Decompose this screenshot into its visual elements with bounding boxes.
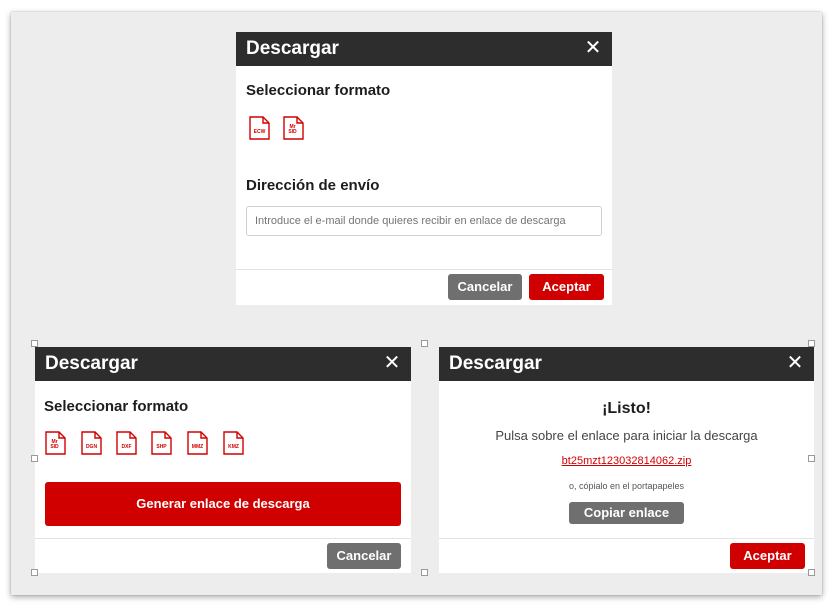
accept-button[interactable]: Aceptar: [529, 274, 604, 300]
footer-divider: [439, 538, 814, 539]
ready-heading: ¡Listo!: [602, 400, 651, 417]
format-label: SHP: [156, 444, 167, 450]
dialog-title: Descargar: [449, 353, 542, 374]
download-dialog-email: Descargar ✕ Seleccionar formato ECW Mr S…: [236, 32, 612, 305]
format-mrsid-icon[interactable]: Mr SID: [45, 431, 66, 455]
format-label: Mr SID: [50, 439, 59, 450]
close-icon[interactable]: ✕: [786, 352, 804, 374]
dialog-header: Descargar ✕: [236, 32, 612, 66]
generate-link-button[interactable]: Generar enlace de descarga: [45, 482, 401, 526]
format-mmz-icon[interactable]: MMZ: [187, 431, 208, 455]
instruction-text: Pulsa sobre el enlace para iniciar la de…: [495, 428, 758, 443]
download-dialog-ready: Descargar ✕ ¡Listo! Pulsa sobre el enlac…: [439, 347, 814, 573]
dialog-header: Descargar ✕: [35, 347, 411, 381]
download-dialog-generate: Descargar ✕ Seleccionar formato Mr SID D…: [35, 347, 411, 573]
format-section-title: Seleccionar formato: [44, 398, 189, 415]
canvas: Descargar ✕ Seleccionar formato ECW Mr S…: [11, 12, 822, 595]
selection-handle[interactable]: [31, 455, 38, 462]
accept-button[interactable]: Aceptar: [730, 543, 805, 569]
format-dgn-icon[interactable]: DGN: [81, 431, 102, 455]
close-icon[interactable]: ✕: [383, 352, 401, 374]
format-label: KMZ: [228, 444, 239, 450]
copy-hint-text: o, cópialo en el portapapeles: [568, 481, 685, 491]
format-ecw-icon[interactable]: ECW: [249, 116, 270, 140]
email-field[interactable]: [246, 206, 602, 236]
close-icon[interactable]: ✕: [584, 37, 602, 59]
selection-handle[interactable]: [808, 455, 815, 462]
format-label: ECW: [253, 129, 266, 135]
selection-handle[interactable]: [31, 569, 38, 576]
format-label: DGN: [85, 444, 98, 450]
selection-handle[interactable]: [421, 569, 428, 576]
format-kmz-icon[interactable]: KMZ: [223, 431, 244, 455]
cancel-button[interactable]: Cancelar: [327, 543, 401, 569]
dialog-title: Descargar: [45, 353, 138, 374]
format-dxf-icon[interactable]: DXF: [116, 431, 137, 455]
address-section-title: Dirección de envío: [246, 177, 380, 194]
copy-link-button[interactable]: Copiar enlace: [569, 502, 684, 524]
format-mrsid-icon[interactable]: Mr SID: [283, 116, 304, 140]
cancel-button[interactable]: Cancelar: [448, 274, 522, 300]
format-shp-icon[interactable]: SHP: [151, 431, 172, 455]
format-label: MMZ: [191, 444, 204, 450]
format-label: Mr SID: [288, 124, 297, 135]
format-label: DXF: [121, 444, 132, 450]
format-section-title: Seleccionar formato: [246, 82, 391, 99]
selection-handle[interactable]: [808, 340, 815, 347]
footer-divider: [35, 538, 411, 539]
selection-handle[interactable]: [808, 569, 815, 576]
selection-handle[interactable]: [421, 340, 428, 347]
footer-divider: [236, 269, 612, 270]
dialog-header: Descargar ✕: [439, 347, 814, 381]
dialog-title: Descargar: [246, 38, 339, 59]
selection-handle[interactable]: [31, 340, 38, 347]
download-link[interactable]: bt25mzt123032814062.zip: [439, 455, 814, 467]
